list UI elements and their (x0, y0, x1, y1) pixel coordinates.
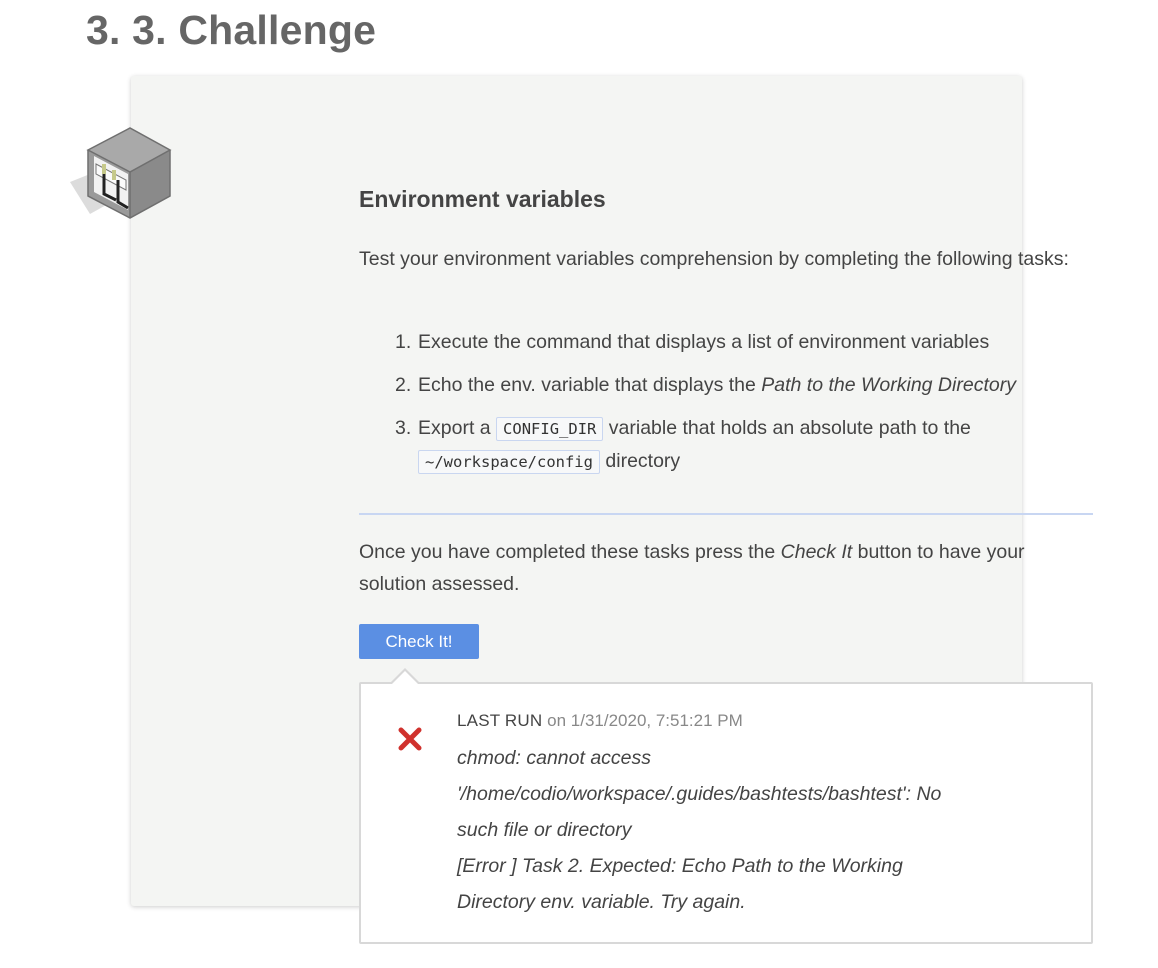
task-item: 3. Export a CONFIG_DIR variable that hold… (359, 412, 1093, 478)
output-line: chmod: cannot access (457, 747, 652, 769)
instruction-text: Once you have completed these tasks pres… (359, 536, 1093, 600)
page-title: 3. 3. Challenge (86, 7, 377, 53)
challenge-intro: Test your environment variables comprehe… (359, 248, 1069, 270)
last-run-date: 1/31/2020, 7:51:21 PM (570, 711, 743, 730)
task-item: 2. Echo the env. variable that displays t… (359, 369, 1093, 401)
last-run-panel: LAST RUN on 1/31/2020, 7:51:21 PM chmod:… (359, 668, 1093, 944)
output-line: '/home/codio/workspace/.guides/bashtests… (457, 783, 942, 805)
output-line: [Error ] Task 2. Expected: Echo Path to … (457, 855, 903, 877)
panel-caret-fill (391, 671, 419, 685)
cube-challenge-icon (70, 127, 172, 219)
task-list: 1. Execute the command that displays a li… (359, 326, 1093, 489)
challenge-card: Environment variables Test your environm… (131, 76, 1093, 944)
task-number: 3. (395, 417, 412, 439)
divider (359, 513, 1093, 515)
task-text: directory (599, 450, 681, 472)
task-text: variable that holds an absolute path to … (603, 417, 971, 439)
task-number: 1. (395, 331, 412, 353)
red-x-icon (398, 727, 422, 751)
challenge-title: Environment variables (359, 186, 606, 212)
task-number: 2. (395, 374, 412, 396)
last-run-header: LAST RUN on 1/31/2020, 7:51:21 PM (457, 709, 743, 733)
task-text: Execute the command that displays a list… (418, 331, 990, 353)
task-text: Export a (418, 417, 497, 439)
code-config-dir: CONFIG_DIR (496, 417, 604, 441)
task-emphasis: Path to the Working Directory (761, 374, 1016, 396)
task-text: Echo the env. variable that displays the (418, 374, 762, 396)
last-run-output: chmod: cannot access '/home/codio/worksp… (457, 740, 1017, 920)
last-run-on: on (547, 711, 567, 730)
instruction-before: Once you have completed these tasks pres… (359, 541, 781, 563)
instruction-emphasis: Check It (780, 541, 853, 563)
code-workspace-config: ~/workspace/config (418, 450, 600, 474)
output-line: such file or directory (457, 819, 632, 841)
task-item: 1. Execute the command that displays a li… (359, 326, 1093, 358)
last-run-label: LAST RUN (457, 711, 543, 730)
page: 3. 3. Challenge Environment variables Te… (0, 0, 1158, 968)
output-line: Directory env. variable. Try again. (457, 891, 746, 913)
check-it-button[interactable]: Check It! (359, 624, 479, 659)
